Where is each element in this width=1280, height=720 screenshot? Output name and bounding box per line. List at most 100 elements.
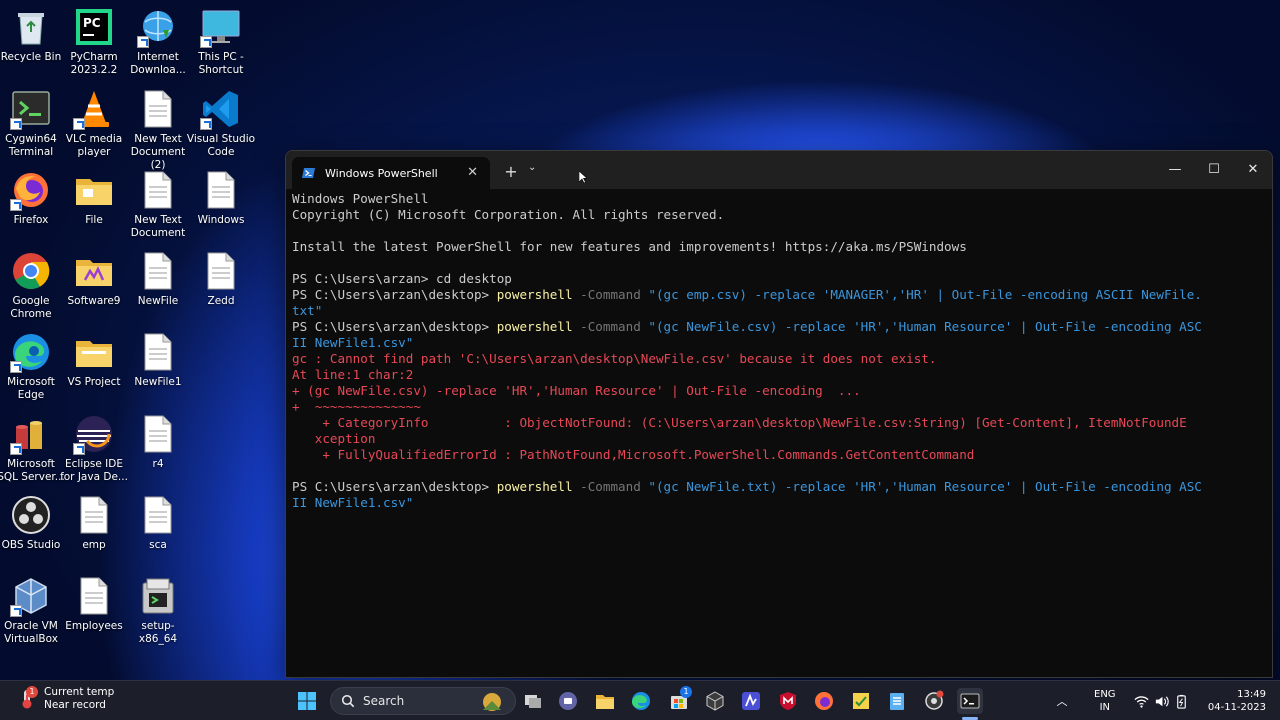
internet-download-manager-icon [137,6,179,48]
taskbar-clock[interactable]: 13:49 04-11-2023 [1208,688,1266,714]
desktop-icon-cygwin64-terminal[interactable]: Cygwin64 Terminal [0,88,66,159]
taskbar-app-mathpad[interactable] [738,688,764,714]
taskbar-notepad[interactable] [884,688,910,714]
terminal-icon [960,693,980,709]
desktop-icon-software9[interactable]: Software9 [59,250,129,308]
clock-time: 13:49 [1237,689,1266,700]
console-text-segment: + FullyQualifiedErrorId : PathNotFound,M… [292,447,975,462]
mouse-pointer-icon [579,171,587,183]
desktop-icon-eclipse-ide[interactable]: Eclipse IDE for Java De... [59,413,129,484]
taskbar-teams-chat[interactable] [555,688,581,714]
desktop-icon-internet-download-manager[interactable]: Internet Downloa... [123,6,193,77]
text-document-icon [137,331,179,373]
taskbar-app-cube[interactable] [702,688,728,714]
console-line: PS C:\Users\arzan\desktop> powershell -C… [292,479,1272,495]
svg-text:PC: PC [83,16,101,30]
terminal-window[interactable]: Windows PowerShell ✕ + ⌄ — ☐ ✕ Windows P… [285,150,1273,678]
clock-date: 04-11-2023 [1207,702,1266,713]
maximize-button[interactable]: ☐ [1195,157,1233,181]
desktop-icon-label: OBS Studio [1,539,61,551]
desktop-icon-emp[interactable]: emp [59,494,129,552]
desktop-icon-vlc[interactable]: VLC media player [59,88,129,159]
taskbar-app-recorder[interactable] [921,688,947,714]
tab-close-icon[interactable]: ✕ [467,165,478,180]
show-hidden-icons-chevron-up-icon[interactable]: ︿ [1052,693,1072,709]
desktop-icon-this-pc[interactable]: This PC - Shortcut [186,6,256,77]
console-text-segment: Windows PowerShell [292,191,429,206]
desktop-icon-vs-project[interactable]: VS Project [59,331,129,389]
start-button[interactable] [294,688,320,714]
console-line: gc : Cannot find path 'C:\Users\arzan\de… [292,351,1272,367]
desktop-icon-new-text-document-2[interactable]: New Text Document (2) [123,88,193,172]
desktop-icon-windows[interactable]: Windows [186,169,256,227]
console-text-segment: powershell [496,319,573,334]
console-line: II NewFile1.csv" [292,495,1272,511]
taskbar-edge[interactable] [628,688,654,714]
desktop-icon-recycle-bin[interactable]: Recycle Bin [0,6,66,64]
edge-icon [632,692,650,710]
desktop-icon-new-text-document[interactable]: New Text Document [123,169,193,240]
text-document-icon [73,575,115,617]
desktop-icon-file[interactable]: File [59,169,129,227]
eclipse-icon [73,413,115,455]
cube-app-icon [706,691,724,711]
desktop-icon-label: Microsoft SQL Server... [0,458,65,483]
taskbar-app-sticky[interactable] [848,688,874,714]
text-document-icon [73,494,115,536]
console-output[interactable]: Windows PowerShell Copyright (C) Microsof… [286,189,1272,511]
tab-title: Windows PowerShell [325,166,438,180]
desktop-icon-obs-studio[interactable]: OBS Studio [0,494,66,552]
desktop-icon-firefox[interactable]: Firefox [0,169,66,227]
taskbar-file-explorer[interactable] [592,688,618,714]
new-tab-button[interactable]: + [504,162,518,181]
language-indicator[interactable]: ENG IN [1094,688,1116,714]
weather-widget[interactable]: 1 Current temp Near record [16,686,114,712]
console-text-segment: xception [292,431,376,446]
volume-icon[interactable] [1154,694,1169,709]
folder-icon [73,250,115,292]
desktop-icon-label: Employees [65,620,123,632]
virtualbox-icon [10,575,52,617]
desktop-icon-google-chrome[interactable]: Google Chrome [0,250,66,321]
desktop-icon-zedd[interactable]: Zedd [186,250,256,308]
taskbar-firefox[interactable] [811,688,837,714]
minimize-button[interactable]: — [1156,157,1194,181]
installer-icon [137,575,179,617]
taskbar-mcafee[interactable] [775,688,801,714]
desktop-icon-newfile[interactable]: NewFile [123,250,193,308]
desktop-icon-label: Internet Downloa... [130,51,186,76]
desktop-icon-setup-x86-64[interactable]: setup-x86_64 [123,575,193,646]
console-line: + CategoryInfo : ObjectNotFound: (C:\Use… [292,415,1272,431]
desktop-icon-sca[interactable]: sca [123,494,193,552]
close-button[interactable]: ✕ [1234,157,1272,181]
console-line: PS C:\Users\arzan\desktop> powershell -C… [292,319,1272,335]
system-tray: ︿ ENG IN [1052,681,1189,720]
desktop-icon-label: Microsoft Edge [7,376,55,401]
desktop-icon-r4[interactable]: r4 [123,413,193,471]
desktop-icon-employees[interactable]: Employees [59,575,129,633]
taskbar-search-box[interactable]: Search [330,687,516,715]
desktop-icon-pycharm[interactable]: PC PyCharm 2023.2.2 [59,6,129,77]
folder-icon [73,331,115,373]
tab-dropdown-chevron-icon[interactable]: ⌄ [528,162,542,173]
taskbar-microsoft-store[interactable]: 1 [666,686,692,714]
wifi-icon[interactable] [1134,694,1149,709]
console-text-segment: At line:1 char:2 [292,367,414,382]
console-line: PS C:\Users\arzan> cd desktop [292,271,1272,287]
desktop-icon-oracle-vm-virtualbox[interactable]: Oracle VM VirtualBox [0,575,66,646]
desktop-icon-label: Software9 [67,295,121,307]
terminal-titlebar[interactable]: Windows PowerShell ✕ + ⌄ — ☐ ✕ [286,151,1272,189]
tab-windows-powershell[interactable]: Windows PowerShell ✕ [292,157,490,189]
taskbar-task-view[interactable] [520,688,546,714]
desktop-icon-microsoft-sql-server[interactable]: Microsoft SQL Server... [0,413,66,484]
desktop-icon-visual-studio-code[interactable]: Visual Studio Code [186,88,256,159]
search-placeholder: Search [363,694,405,708]
desktop-icon-newfile1[interactable]: NewFile1 [123,331,193,389]
store-badge: 1 [680,686,692,698]
thermometer-icon: 1 [16,686,38,710]
desktop-icon-label: New Text Document [130,214,186,239]
battery-icon[interactable] [1174,694,1189,709]
taskbar-terminal[interactable] [957,688,983,714]
console-line: Copyright (C) Microsoft Corporation. All… [292,207,1272,223]
desktop-icon-microsoft-edge[interactable]: Microsoft Edge [0,331,66,402]
